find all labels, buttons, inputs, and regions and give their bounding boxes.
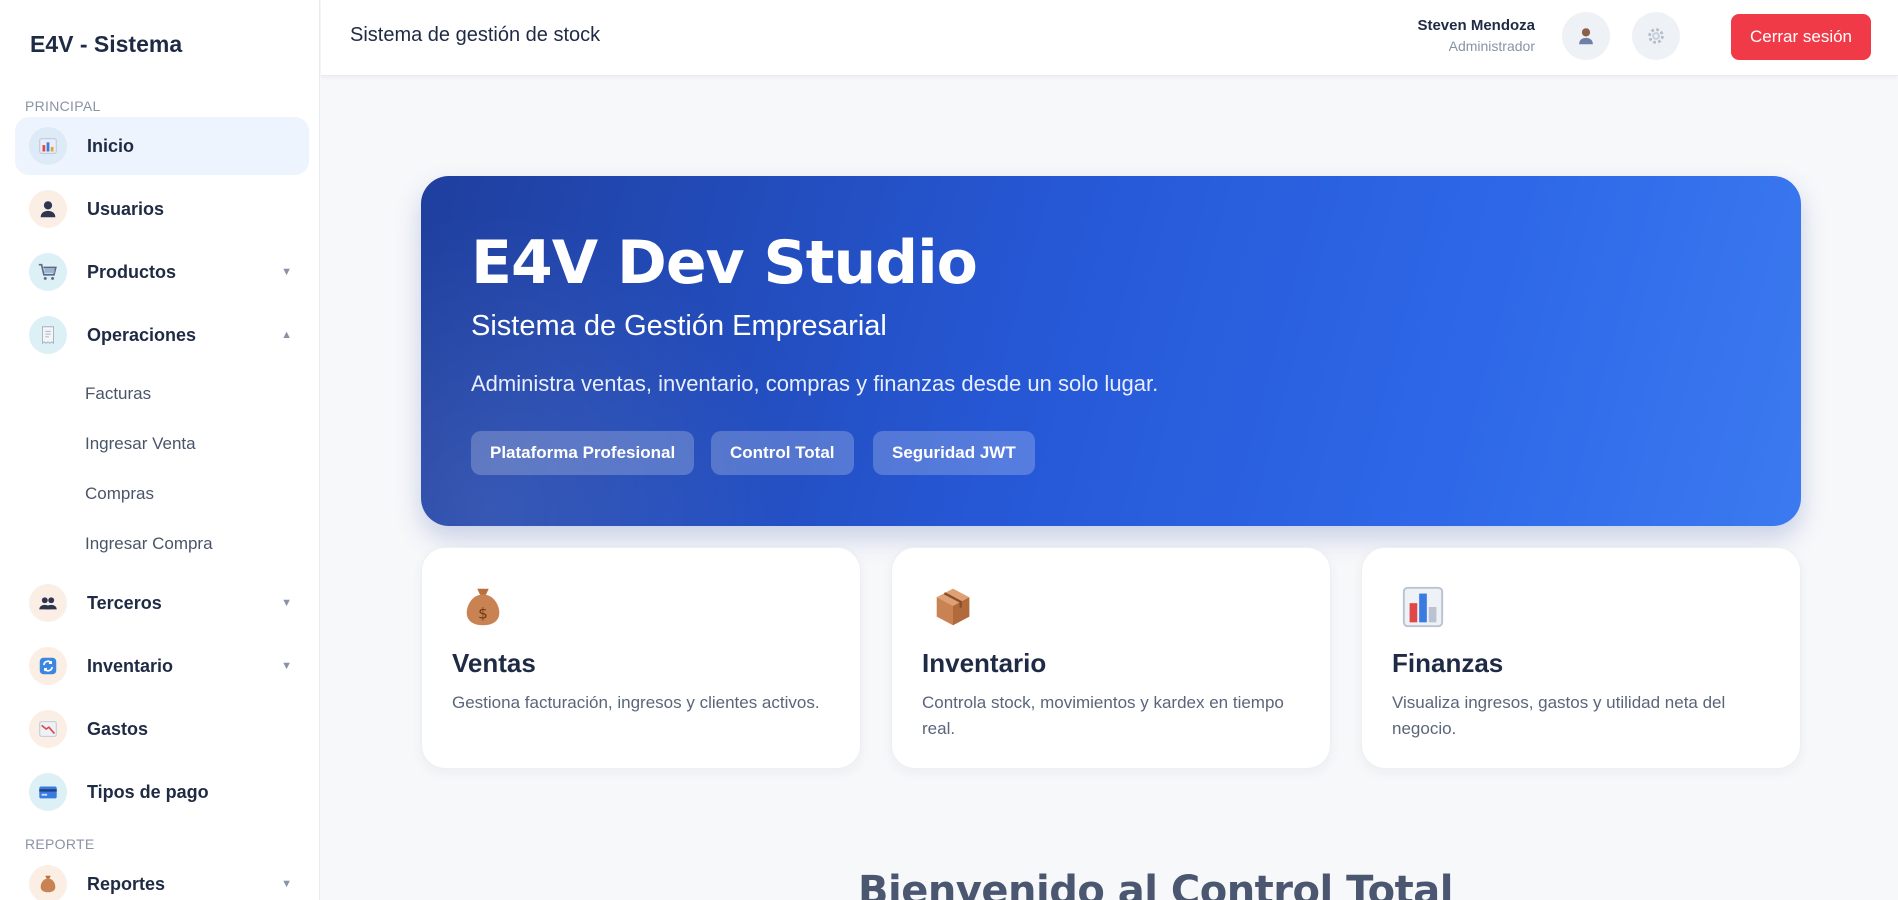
hero-description: Administra ventas, inventario, compras y… <box>471 371 1159 396</box>
gear-icon <box>1648 28 1664 44</box>
card-description: Controla stock, movimientos y kardex en … <box>922 693 1284 738</box>
user-role: Administrador <box>1448 38 1535 54</box>
subitem-compras[interactable]: Compras <box>0 469 319 519</box>
sidebar-item-label: Tipos de pago <box>87 781 209 802</box>
badge-control-total: Control Total <box>711 431 854 475</box>
badge-seguridad-jwt: Seguridad JWT <box>873 431 1035 475</box>
sidebar-item-label: Operaciones <box>87 324 197 345</box>
sidebar-item-label: Usuarios <box>87 198 165 219</box>
user-name: Steven Mendoza <box>1417 17 1535 34</box>
sidebar-item-tipos-de-pago[interactable]: Tipos de pago <box>15 763 309 821</box>
badge-plataforma-profesional: Plataforma Profesional <box>471 431 695 475</box>
sidebar-item-label: Reportes <box>87 873 166 894</box>
card-ventas[interactable]: $ Ventas Gestiona facturación, ingresos … <box>421 547 861 769</box>
chevron-down-icon[interactable]: ▼ <box>281 266 292 278</box>
chevron-up-icon[interactable]: ▲ <box>281 329 292 341</box>
card-title: Inventario <box>922 648 1047 678</box>
card-description: Gestiona facturación, ingresos y cliente… <box>452 693 820 712</box>
sidebar-item-label: Gastos <box>87 718 149 739</box>
chevron-down-icon[interactable]: ▼ <box>281 878 292 890</box>
card-title: Ventas <box>452 648 536 678</box>
chevron-down-icon[interactable]: ▼ <box>281 660 292 672</box>
package-icon <box>936 588 970 626</box>
bar-chart-icon <box>1402 586 1444 628</box>
receipt-icon <box>29 316 67 354</box>
sidebar-item-gastos[interactable]: Gastos <box>15 700 309 758</box>
money-bag-icon: $ <box>466 588 500 626</box>
trend-down-chart-icon <box>29 710 67 748</box>
sidebar-item-productos[interactable]: Productos ▼ <box>15 243 309 301</box>
hero-subtitle: Sistema de Gestión Empresarial <box>471 310 887 342</box>
subitem-facturas[interactable]: Facturas <box>0 369 319 419</box>
sidebar-item-operaciones[interactable]: Operaciones ▲ <box>15 306 309 364</box>
sidebar-item-label: Inventario <box>87 655 174 676</box>
chevron-down-icon[interactable]: ▼ <box>281 597 292 609</box>
brand-title: E4V - Sistema <box>30 30 183 57</box>
hero-title: E4V Dev Studio <box>471 228 978 298</box>
sidebar-item-label: Productos <box>87 261 177 282</box>
avatar[interactable] <box>1562 12 1610 60</box>
money-bag-icon <box>29 865 67 900</box>
page-title: Sistema de gestión de stock <box>350 24 601 46</box>
sidebar-item-label: Terceros <box>87 592 162 613</box>
sidebar-item-usuarios[interactable]: Usuarios <box>15 180 309 238</box>
svg-text:$: $ <box>478 605 488 623</box>
settings-button[interactable] <box>1632 12 1680 60</box>
sidebar-item-reportes[interactable]: Reportes ▼ <box>15 855 309 900</box>
subitem-ingresar-compra[interactable]: Ingresar Compra <box>0 519 319 569</box>
users-icon <box>29 584 67 622</box>
welcome-heading: Bienvenido al Control Total <box>858 868 1453 900</box>
card-description: Visualiza ingresos, gastos y utilidad ne… <box>1392 693 1726 738</box>
sidebar-item-label: Inicio <box>87 135 135 156</box>
hero-banner: E4V Dev Studio Sistema de Gestión Empres… <box>421 176 1801 526</box>
top-header: Sistema de gestión de stock Steven Mendo… <box>321 0 1898 76</box>
card-inventario[interactable]: Inventario Controla stock, movimientos y… <box>891 547 1331 769</box>
sidebar: E4V - Sistema PRINCIPAL Inicio Usuarios … <box>0 0 320 900</box>
credit-card-icon <box>29 773 67 811</box>
user-icon <box>29 190 67 228</box>
card-finanzas[interactable]: Finanzas Visualiza ingresos, gastos y ut… <box>1361 547 1801 769</box>
section-label-reporte: REPORTE <box>25 836 95 852</box>
sidebar-item-terceros[interactable]: Terceros ▼ <box>15 574 309 632</box>
user-avatar-icon <box>1579 28 1593 45</box>
shopping-cart-icon <box>29 253 67 291</box>
subitem-ingresar-venta[interactable]: Ingresar Venta <box>0 419 319 469</box>
card-title: Finanzas <box>1392 648 1504 678</box>
section-label-principal: PRINCIPAL <box>25 98 101 114</box>
bar-chart-icon <box>29 127 67 165</box>
sidebar-item-inventario[interactable]: Inventario ▼ <box>15 637 309 695</box>
logout-button[interactable]: Cerrar sesión <box>1731 14 1871 60</box>
sidebar-item-inicio[interactable]: Inicio <box>15 117 309 175</box>
sync-icon <box>29 647 67 685</box>
